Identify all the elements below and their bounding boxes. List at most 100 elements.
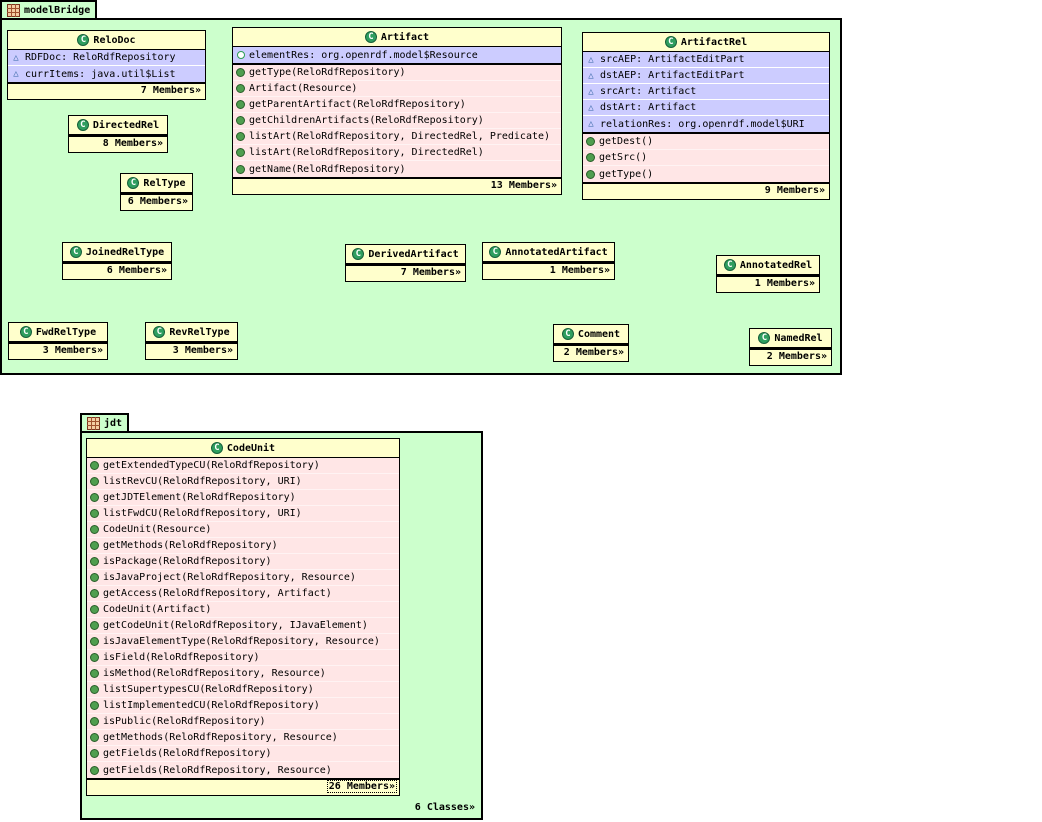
class-box-annotatedrel[interactable]: AnnotatedRel 1 Members» xyxy=(716,255,820,293)
method-row[interactable]: isPackage(ReloRdfRepository) xyxy=(87,554,399,570)
method-row[interactable]: getSrc() xyxy=(583,150,829,166)
method-icon xyxy=(90,509,99,518)
method-row[interactable]: listSupertypesCU(ReloRdfRepository) xyxy=(87,682,399,698)
method-row[interactable]: listRevCU(ReloRdfRepository, URI) xyxy=(87,474,399,490)
class-header[interactable]: RelType xyxy=(121,174,192,193)
members-expander[interactable]: 1 Members» xyxy=(754,278,816,289)
class-box-comment[interactable]: Comment 2 Members» xyxy=(553,324,629,362)
class-box-fwdreltype[interactable]: FwdRelType 3 Members» xyxy=(8,322,108,360)
method-row[interactable]: listArt(ReloRdfRepository, DirectedRel) xyxy=(233,145,561,161)
class-header[interactable]: AnnotatedArtifact xyxy=(483,243,614,262)
methods-section: getExtendedTypeCU(ReloRdfRepository) lis… xyxy=(87,458,399,778)
class-header[interactable]: NamedRel xyxy=(750,329,831,348)
class-header[interactable]: DirectedRel xyxy=(69,116,167,135)
class-box-joinedreltype[interactable]: JoinedRelType 6 Members» xyxy=(62,242,172,280)
class-box-derivedartifact[interactable]: DerivedArtifact 7 Members» xyxy=(345,244,466,282)
class-box-revreltype[interactable]: RevRelType 3 Members» xyxy=(145,322,238,360)
method-row[interactable]: getMethods(ReloRdfRepository) xyxy=(87,538,399,554)
class-header[interactable]: FwdRelType xyxy=(9,323,107,342)
method-row[interactable]: isJavaElementType(ReloRdfRepository, Res… xyxy=(87,634,399,650)
method-row[interactable]: getFields(ReloRdfRepository) xyxy=(87,746,399,762)
package-tab-modelbridge[interactable]: modelBridge xyxy=(0,0,98,18)
class-box-directedrel[interactable]: DirectedRel 8 Members» xyxy=(68,115,168,153)
class-box-namedrel[interactable]: NamedRel 2 Members» xyxy=(749,328,832,366)
class-box-artifactrel[interactable]: ArtifactRel srcAEP: ArtifactEditPart dst… xyxy=(582,32,830,200)
method-row[interactable]: getMethods(ReloRdfRepository, Resource) xyxy=(87,730,399,746)
class-footer: 1 Members» xyxy=(483,262,614,279)
package-tab-jdt[interactable]: jdt xyxy=(80,413,130,431)
class-box-codeunit[interactable]: CodeUnit getExtendedTypeCU(ReloRdfReposi… xyxy=(86,438,400,796)
class-header[interactable]: DerivedArtifact xyxy=(346,245,465,264)
class-header[interactable]: Comment xyxy=(554,325,628,344)
method-row[interactable]: getExtendedTypeCU(ReloRdfRepository) xyxy=(87,458,399,474)
members-expander[interactable]: 2 Members» xyxy=(766,351,828,362)
members-expander[interactable]: 26 Members» xyxy=(326,780,398,793)
class-header[interactable]: ArtifactRel xyxy=(583,33,829,52)
class-header[interactable]: CodeUnit xyxy=(87,439,399,458)
field-row[interactable]: srcAEP: ArtifactEditPart xyxy=(583,52,829,68)
method-row[interactable]: Artifact(Resource) xyxy=(233,81,561,97)
members-expander[interactable]: 6 Members» xyxy=(127,196,189,207)
method-row[interactable]: listImplementedCU(ReloRdfRepository) xyxy=(87,698,399,714)
method-icon xyxy=(236,100,245,109)
class-footer: 26 Members» xyxy=(87,778,399,795)
method-row[interactable]: isJavaProject(ReloRdfRepository, Resourc… xyxy=(87,570,399,586)
members-expander[interactable]: 7 Members» xyxy=(140,85,202,96)
method-row[interactable]: getType() xyxy=(583,166,829,182)
method-row[interactable]: getChildrenArtifacts(ReloRdfRepository) xyxy=(233,113,561,129)
method-row[interactable]: getName(ReloRdfRepository) xyxy=(233,161,561,177)
field-icon xyxy=(586,52,596,67)
field-row[interactable]: srcArt: Artifact xyxy=(583,84,829,100)
field-row[interactable]: dstArt: Artifact xyxy=(583,100,829,116)
members-expander[interactable]: 2 Members» xyxy=(563,347,625,358)
class-header[interactable]: JoinedRelType xyxy=(63,243,171,262)
method-row[interactable]: listArt(ReloRdfRepository, DirectedRel, … xyxy=(233,129,561,145)
method-icon xyxy=(90,717,99,726)
method-row[interactable]: listFwdCU(ReloRdfRepository, URI) xyxy=(87,506,399,522)
class-box-annotatedartifact[interactable]: AnnotatedArtifact 1 Members» xyxy=(482,242,615,280)
classes-expander[interactable]: 6 Classes» xyxy=(414,802,476,813)
class-footer: 7 Members» xyxy=(8,82,205,99)
members-expander[interactable]: 8 Members» xyxy=(102,138,164,149)
field-row[interactable]: relationRes: org.openrdf.model$URI xyxy=(583,116,829,132)
field-row[interactable]: RDFDoc: ReloRdfRepository xyxy=(8,50,205,66)
method-row[interactable]: isMethod(ReloRdfRepository, Resource) xyxy=(87,666,399,682)
class-icon xyxy=(76,119,89,131)
class-header[interactable]: RevRelType xyxy=(146,323,237,342)
class-icon xyxy=(127,177,140,189)
method-row[interactable]: getJDTElement(ReloRdfRepository) xyxy=(87,490,399,506)
class-title: FwdRelType xyxy=(35,326,97,338)
field-row[interactable]: elementRes: org.openrdf.model$Resource xyxy=(233,47,561,63)
method-icon xyxy=(236,84,245,93)
method-row[interactable]: CodeUnit(Artifact) xyxy=(87,602,399,618)
members-expander[interactable]: 13 Members» xyxy=(490,180,558,191)
field-row[interactable]: dstAEP: ArtifactEditPart xyxy=(583,68,829,84)
members-expander[interactable]: 7 Members» xyxy=(400,267,462,278)
method-row[interactable]: getParentArtifact(ReloRdfRepository) xyxy=(233,97,561,113)
method-row[interactable]: getCodeUnit(ReloRdfRepository, IJavaElem… xyxy=(87,618,399,634)
members-expander[interactable]: 6 Members» xyxy=(106,265,168,276)
field-row[interactable]: currItems: java.util$List xyxy=(8,66,205,82)
members-expander[interactable]: 9 Members» xyxy=(764,185,826,196)
class-icon xyxy=(19,326,32,338)
members-expander[interactable]: 3 Members» xyxy=(42,345,104,356)
method-row[interactable]: getDest() xyxy=(583,134,829,150)
method-row[interactable]: getType(ReloRdfRepository) xyxy=(233,65,561,81)
class-header[interactable]: Artifact xyxy=(233,28,561,47)
members-expander[interactable]: 1 Members» xyxy=(549,265,611,276)
method-row[interactable]: getAccess(ReloRdfRepository, Artifact) xyxy=(87,586,399,602)
method-row[interactable]: isPublic(ReloRdfRepository) xyxy=(87,714,399,730)
class-header[interactable]: AnnotatedRel xyxy=(717,256,819,275)
package-footer-classes[interactable]: 6 Classes» xyxy=(80,802,476,813)
class-icon xyxy=(210,442,223,454)
method-row[interactable]: getFields(ReloRdfRepository, Resource) xyxy=(87,762,399,778)
class-box-artifact[interactable]: Artifact elementRes: org.openrdf.model$R… xyxy=(232,27,562,195)
members-expander[interactable]: 3 Members» xyxy=(172,345,234,356)
class-box-reltype[interactable]: RelType 6 Members» xyxy=(120,173,193,211)
class-footer: 6 Members» xyxy=(121,193,192,210)
class-footer: 3 Members» xyxy=(9,342,107,359)
method-row[interactable]: CodeUnit(Resource) xyxy=(87,522,399,538)
method-row[interactable]: isField(ReloRdfRepository) xyxy=(87,650,399,666)
class-header[interactable]: ReloDoc xyxy=(8,31,205,50)
class-box-relodoc[interactable]: ReloDoc RDFDoc: ReloRdfRepository currIt… xyxy=(7,30,206,100)
